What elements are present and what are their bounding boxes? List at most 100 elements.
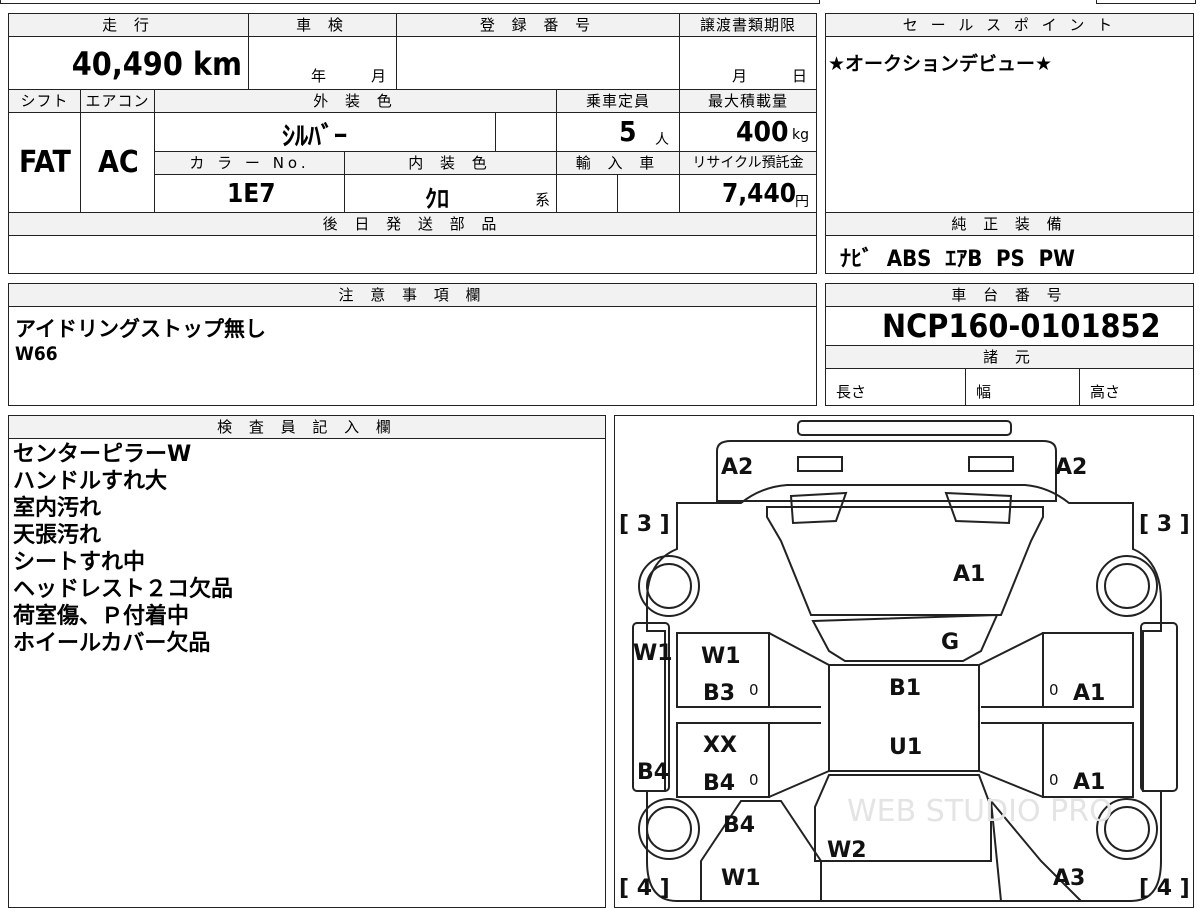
exterior-color-value: ｼﾙﾊﾞｰ <box>282 122 348 152</box>
mark-right-rear-door: A1 <box>1073 770 1105 795</box>
capacity-value: 5 <box>619 115 637 148</box>
shift-label: シフト <box>8 89 81 113</box>
width-cell: 幅 <box>965 368 1080 406</box>
car-diagram: WEB STUDIO PRO A2 A2 [ 3 ] [ 3 ] A1 G W1… <box>619 420 1190 902</box>
equipment-label: 純 正 装 備 <box>825 212 1194 236</box>
mark-bracket-4-right: [ 4 ] <box>1139 876 1190 901</box>
inspection-value-cell: 年 月 <box>248 36 397 90</box>
rear-trunk <box>700 800 822 902</box>
front-left-lamp <box>797 456 843 472</box>
inspector-line-5: シートすれ中 <box>13 550 146 575</box>
front-bumper <box>797 420 1012 436</box>
import-value-cell-2 <box>617 174 680 213</box>
right-rocker <box>1140 622 1178 792</box>
notes-line-1: アイドリングストップ無し <box>15 317 266 341</box>
inspector-line-2: ハンドルすれ大 <box>13 469 168 494</box>
import-value-cell <box>556 174 618 213</box>
mark-bracket-4-left: [ 4 ] <box>619 876 670 901</box>
equipment-box: ﾅﾋﾞ ABS ｴｱB PS PW <box>825 235 1194 274</box>
chassis-box: NCP160-0101852 <box>825 306 1194 346</box>
pillar-mark-rr: 0 <box>1049 771 1059 789</box>
exterior-color-extra-cell <box>495 112 557 152</box>
mark-left-front-door-2: B3 <box>703 681 735 706</box>
recycle-value: 7,440 <box>722 179 796 209</box>
chassis-value: NCP160-0101852 <box>882 307 1161 345</box>
ac-label: エアコン <box>80 89 155 113</box>
capacity-value-cell: 5 人 <box>556 112 680 152</box>
max-load-unit: kg <box>792 127 809 143</box>
inspector-line-3: 室内汚れ <box>13 496 102 521</box>
wheel-front-left-inner <box>646 563 692 609</box>
mark-left-rocker: W1 <box>633 641 673 666</box>
front-right-lamp <box>968 456 1014 472</box>
mark-left-rear-door-2: B4 <box>703 771 735 796</box>
capacity-unit: 人 <box>655 132 669 148</box>
interior-color-label: 内 装 色 <box>344 151 557 175</box>
height-label: 高さ <box>1090 383 1121 401</box>
transfer-value-cell: 月 日 <box>679 36 817 90</box>
mark-bracket-3-right: [ 3 ] <box>1139 512 1190 537</box>
wheel-rear-left-inner <box>646 806 692 852</box>
watermark: WEB STUDIO PRO <box>847 794 1113 829</box>
length-label: 長さ <box>836 383 867 401</box>
notes-box: アイドリングストップ無し W66 <box>8 306 817 406</box>
inspector-line-8: ホイールカバー欠品 <box>13 631 211 656</box>
top-strip-right <box>1096 0 1196 4</box>
mark-hood: A1 <box>953 562 985 587</box>
inspector-label: 検 査 員 記 入 欄 <box>8 415 606 439</box>
delivery-value-cell <box>8 235 817 274</box>
height-cell: 高さ <box>1079 368 1194 406</box>
sales-points-text: ★オークションデビュー★ <box>828 53 1053 75</box>
mark-left-rocker-2: B4 <box>637 760 669 785</box>
length-cell: 長さ <box>825 368 966 406</box>
mark-a2-right: A2 <box>1055 455 1087 480</box>
max-load-label: 最大積載量 <box>679 89 817 113</box>
car-diagram-frame: WEB STUDIO PRO A2 A2 [ 3 ] [ 3 ] A1 G W1… <box>614 415 1194 908</box>
mark-left-front-door: W1 <box>701 644 741 669</box>
mark-bracket-3-left: [ 3 ] <box>619 512 670 537</box>
top-strip <box>0 0 820 4</box>
sales-points-label: セ ー ル ス ポ イ ン ト <box>825 13 1194 37</box>
inspector-line-1: センターピラーW <box>13 442 192 467</box>
inspection-year: 年 <box>311 67 327 85</box>
max-load-value-cell: 400 kg <box>679 112 817 152</box>
shift-value-cell: FAT <box>8 112 81 213</box>
exterior-color-label: 外 装 色 <box>154 89 557 113</box>
color-no-value-cell: 1E7 <box>154 174 345 213</box>
interior-color-value: ｸﾛ <box>425 185 449 213</box>
color-no-label: カ ラ ー No. <box>154 151 345 175</box>
max-load-value: 400 <box>736 115 789 148</box>
mark-a2-left: A2 <box>721 455 753 480</box>
chassis-label: 車 台 番 号 <box>825 283 1194 307</box>
exterior-color-value-cell: ｼﾙﾊﾞｰ <box>154 112 496 152</box>
dimensions-label: 諸 元 <box>825 345 1194 369</box>
pillar-mark-lr: 0 <box>749 771 759 789</box>
shift-value: FAT <box>19 145 71 180</box>
mark-rear-left-corner: W1 <box>721 866 761 891</box>
import-label: 輸 入 車 <box>556 151 680 175</box>
mark-rear-left-quarter: B4 <box>723 813 755 838</box>
recycle-value-cell: 7,440 円 <box>679 174 817 213</box>
sales-points-box: ★オークションデビュー★ <box>825 36 1194 213</box>
registration-value-cell <box>396 36 680 90</box>
inspector-box: センターピラーW ハンドルすれ大 室内汚れ 天張汚れ シートすれ中 ヘッドレスト… <box>8 438 606 908</box>
recycle-unit: 円 <box>795 194 809 210</box>
transfer-month: 月 <box>732 67 748 85</box>
mark-left-rear-door: XX <box>703 733 737 758</box>
inspection-month: 月 <box>371 67 387 85</box>
registration-label: 登 録 番 号 <box>396 13 680 37</box>
recycle-label: リサイクル預託金 <box>679 151 817 175</box>
delivery-label: 後 日 発 送 部 品 <box>8 212 817 236</box>
inspector-line-4: 天張汚れ <box>13 523 102 548</box>
mark-rear-right-corner: A3 <box>1053 866 1085 891</box>
color-no-value: 1E7 <box>227 179 276 209</box>
capacity-label: 乗車定員 <box>556 89 680 113</box>
inspector-line-6: ヘッドレスト２コ欠品 <box>13 577 234 602</box>
wheel-front-right-inner <box>1104 563 1150 609</box>
windshield <box>811 613 999 662</box>
notes-label: 注 意 事 項 欄 <box>8 283 817 307</box>
mark-roof-rear: U1 <box>889 735 922 760</box>
mileage-value-cell: 40,490 km <box>8 36 249 90</box>
inspection-label: 車 検 <box>248 13 397 37</box>
transfer-label: 譲渡書類期限 <box>679 13 817 37</box>
